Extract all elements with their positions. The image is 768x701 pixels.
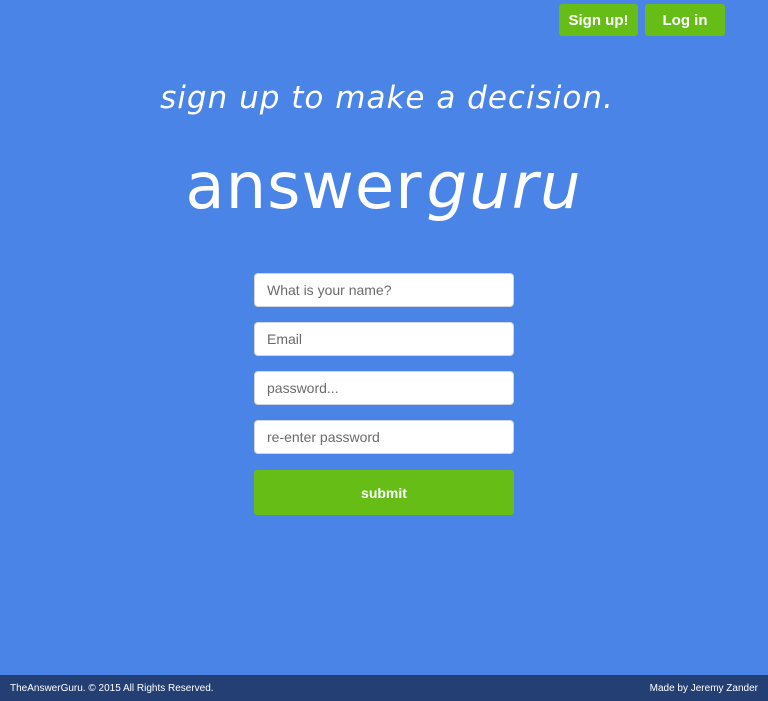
logo-answer-text: answer bbox=[185, 150, 423, 224]
confirm-password-input[interactable] bbox=[254, 420, 514, 454]
tagline: sign up to make a decision. bbox=[160, 80, 614, 116]
email-input[interactable] bbox=[254, 322, 514, 356]
login-button[interactable]: Log in bbox=[645, 4, 725, 36]
logo-guru-text: guru bbox=[426, 150, 583, 224]
submit-button[interactable]: submit bbox=[254, 470, 514, 515]
footer-credit: Made by Jeremy Zander bbox=[649, 682, 758, 694]
logo: answerguru bbox=[0, 150, 768, 224]
signup-form: submit bbox=[254, 273, 514, 515]
footer-copyright: TheAnswerGuru. © 2015 All Rights Reserve… bbox=[10, 682, 214, 694]
top-nav: Sign up! Log in bbox=[559, 4, 725, 36]
password-input[interactable] bbox=[254, 371, 514, 405]
name-input[interactable] bbox=[254, 273, 514, 307]
footer: TheAnswerGuru. © 2015 All Rights Reserve… bbox=[0, 675, 768, 701]
signup-button[interactable]: Sign up! bbox=[559, 4, 638, 36]
